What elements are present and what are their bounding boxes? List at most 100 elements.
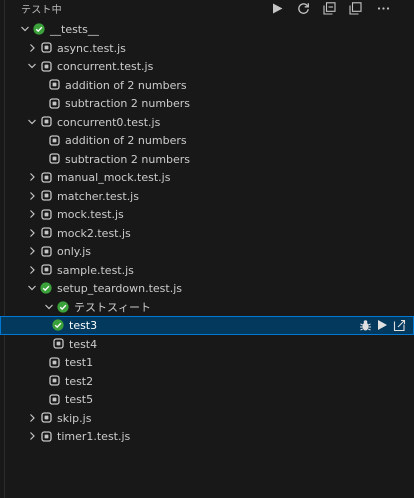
test-tree-item[interactable]: テストスィート xyxy=(0,298,414,317)
test-item-label: timer1.test.js xyxy=(57,430,131,443)
test-item-label: test3 xyxy=(69,319,98,332)
ellipsis-icon xyxy=(377,6,389,10)
test-tree-item[interactable]: addition of 2 numbers xyxy=(0,131,414,150)
test-tree-item[interactable]: concurrent0.test.js xyxy=(0,113,414,132)
run-icon[interactable] xyxy=(375,318,389,332)
chevron-right-icon[interactable] xyxy=(25,263,39,277)
test-item-label: subtraction 2 numbers xyxy=(65,152,191,166)
test-not-run-icon xyxy=(48,97,60,109)
test-not-run-icon xyxy=(48,79,60,91)
chevron-right-icon[interactable] xyxy=(25,226,39,240)
test-tree-item[interactable]: test1 xyxy=(0,353,414,372)
chevron-down-icon[interactable] xyxy=(25,59,39,73)
test-item-label: matcher.test.js xyxy=(57,189,139,203)
chevron-right-icon[interactable] xyxy=(25,41,39,55)
test-tree-item[interactable]: mock.test.js xyxy=(0,205,414,224)
test-item-label: subtraction 2 numbers xyxy=(65,97,191,110)
chevron-right-icon[interactable] xyxy=(25,189,39,203)
test-tree-item[interactable]: subtraction 2 numbers xyxy=(0,94,414,113)
chevron-down-icon[interactable] xyxy=(18,22,32,36)
go-to-test-icon[interactable] xyxy=(392,318,406,332)
refresh-icon xyxy=(297,2,309,14)
test-item-label: async.test.js xyxy=(57,41,126,55)
test-item-label: setup_teardown.test.js xyxy=(57,282,183,295)
test-item-label: test2 xyxy=(65,374,94,388)
test-tree-item[interactable]: skip.js xyxy=(0,409,414,428)
row-actions xyxy=(358,318,406,332)
test-item-label: テストスィート xyxy=(74,300,151,314)
test-tree-item[interactable]: concurrent.test.js xyxy=(0,57,414,76)
copy-icon xyxy=(348,1,362,15)
chevron-right-icon[interactable] xyxy=(25,429,39,443)
test-passed-icon xyxy=(40,282,52,294)
collapse-all-button[interactable] xyxy=(321,0,337,16)
test-item-label: skip.js xyxy=(57,411,92,425)
test-not-run-icon xyxy=(40,208,52,220)
test-tree-item[interactable]: test2 xyxy=(0,372,414,391)
test-not-run-icon xyxy=(40,60,52,72)
test-not-run-icon xyxy=(48,153,60,165)
test-tree-item[interactable]: setup_teardown.test.js xyxy=(0,279,414,298)
play-icon xyxy=(272,3,282,13)
test-tree-item[interactable]: subtraction 2 numbers xyxy=(0,150,414,169)
test-passed-icon xyxy=(33,23,45,35)
test-tree-item[interactable]: mock2.test.js xyxy=(0,224,414,243)
chevron-right-icon[interactable] xyxy=(25,411,39,425)
chevron-right-icon[interactable] xyxy=(25,207,39,221)
test-item-label: only.js xyxy=(57,245,91,258)
collapse-all-icon xyxy=(322,1,336,15)
chevron-down-icon[interactable] xyxy=(25,281,39,295)
test-item-label: mock2.test.js xyxy=(57,226,131,240)
chevron-down-icon[interactable] xyxy=(25,115,39,129)
test-item-label: concurrent0.test.js xyxy=(57,115,161,129)
testing-view-header: テスト中 xyxy=(0,0,414,18)
more-actions-button[interactable] xyxy=(375,0,391,16)
test-item-label: addition of 2 numbers xyxy=(65,134,187,147)
test-not-run-icon xyxy=(40,227,52,239)
chevron-right-icon[interactable] xyxy=(25,244,39,258)
test-tree-item[interactable]: manual_mock.test.js xyxy=(0,168,414,187)
chevron-down-icon[interactable] xyxy=(42,300,56,314)
test-item-label: sample.test.js xyxy=(57,263,134,277)
test-tree-item[interactable]: test3 xyxy=(0,316,414,335)
refresh-tests-button[interactable] xyxy=(295,0,311,16)
chevron-right-icon[interactable] xyxy=(25,170,39,184)
test-item-label: concurrent.test.js xyxy=(57,60,154,73)
test-tree-item[interactable]: sample.test.js xyxy=(0,261,414,280)
test-item-label: addition of 2 numbers xyxy=(65,78,187,92)
run-all-tests-button[interactable] xyxy=(269,0,285,16)
test-tree-item[interactable]: __tests__ xyxy=(0,20,414,39)
test-not-run-icon xyxy=(40,171,52,183)
test-tree-item[interactable]: test4 xyxy=(0,335,414,354)
view-title: テスト中 xyxy=(21,5,62,16)
test-not-run-icon xyxy=(48,393,60,405)
test-item-label: test4 xyxy=(69,337,98,351)
test-tree-item[interactable]: timer1.test.js xyxy=(0,427,414,446)
debug-icon[interactable] xyxy=(358,318,372,332)
test-explorer-tree: __tests__ async.test.js concurrent.test.js… xyxy=(0,20,414,446)
test-item-label: test5 xyxy=(65,393,94,406)
show-output-button[interactable] xyxy=(347,0,363,16)
test-not-run-icon xyxy=(48,134,60,146)
test-passed-icon xyxy=(52,319,64,331)
test-item-label: test1 xyxy=(65,356,94,369)
test-tree-item[interactable]: test5 xyxy=(0,390,414,409)
test-tree-item[interactable]: addition of 2 numbers xyxy=(0,76,414,95)
test-not-run-icon xyxy=(40,264,52,276)
test-item-label: mock.test.js xyxy=(57,208,124,221)
test-tree-item[interactable]: matcher.test.js xyxy=(0,187,414,206)
test-item-label: manual_mock.test.js xyxy=(57,171,171,184)
test-not-run-icon xyxy=(48,375,60,387)
test-tree-item[interactable]: only.js xyxy=(0,242,414,261)
test-not-run-icon xyxy=(52,338,64,350)
test-not-run-icon xyxy=(40,116,52,128)
test-tree-item[interactable]: async.test.js xyxy=(0,39,414,58)
test-not-run-icon xyxy=(48,356,60,368)
test-passed-icon xyxy=(57,300,69,313)
test-item-label: __tests__ xyxy=(50,23,99,36)
test-not-run-icon xyxy=(40,412,52,424)
test-not-run-icon xyxy=(40,190,52,202)
test-not-run-icon xyxy=(40,430,52,442)
test-not-run-icon xyxy=(40,42,52,54)
test-not-run-icon xyxy=(40,245,52,257)
